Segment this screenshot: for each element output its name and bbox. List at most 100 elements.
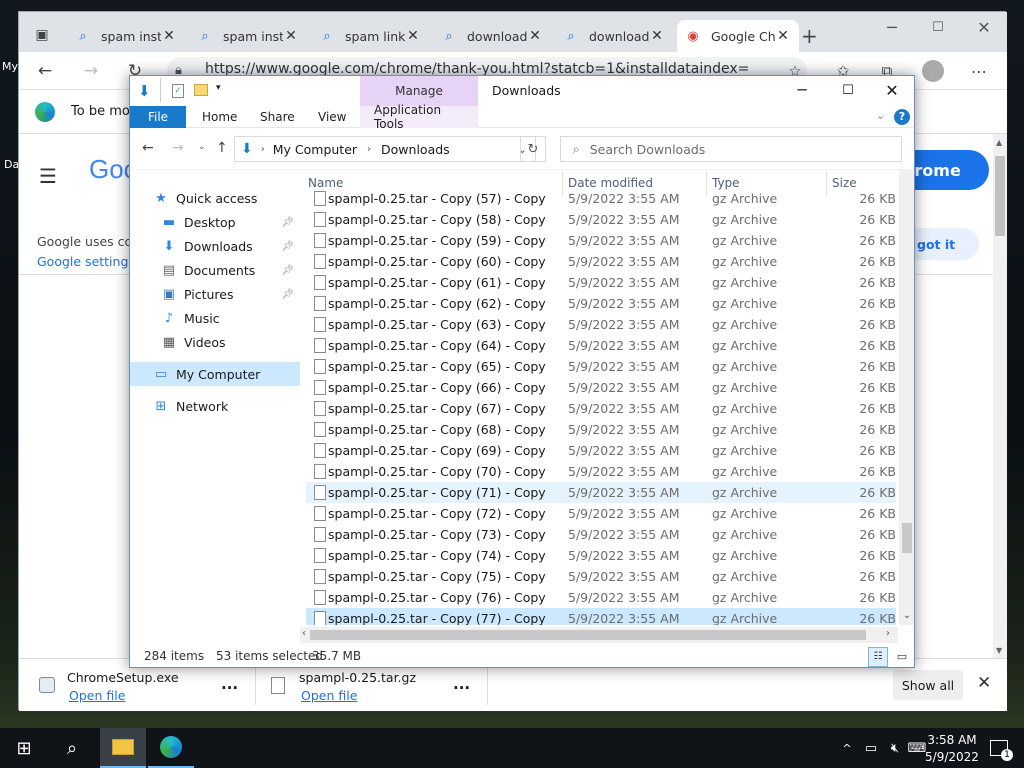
manage-tab[interactable]: Manage xyxy=(360,76,478,106)
close-tab-icon[interactable]: ✕ xyxy=(649,28,665,44)
file-row[interactable]: spampl-0.25.tar - Copy (68) - Copy 5/9/20… xyxy=(306,419,896,440)
file-row[interactable]: spampl-0.25.tar - Copy (72) - Copy 5/9/20… xyxy=(306,503,896,524)
new-folder-icon[interactable] xyxy=(194,84,208,96)
file-explorer-taskbar-button[interactable] xyxy=(100,728,146,768)
up-icon[interactable]: ↑ xyxy=(216,140,228,156)
file-row[interactable]: spampl-0.25.tar - Copy (62) - Copy 5/9/20… xyxy=(306,293,896,314)
nav-item-quick-access[interactable]: ★ Quick access xyxy=(130,186,300,210)
nav-item-music[interactable]: ♪ Music xyxy=(130,306,300,330)
nav-item-videos[interactable]: ▦ Videos xyxy=(130,330,300,354)
back-icon[interactable]: ← xyxy=(142,140,154,156)
scroll-thumb[interactable] xyxy=(995,156,1005,236)
file-row[interactable]: spampl-0.25.tar - Copy (58) - Copy 5/9/20… xyxy=(306,209,896,230)
volume-muted-icon[interactable]: 🔇︎ xyxy=(884,728,906,768)
details-view-icon[interactable]: ☷ xyxy=(868,647,888,667)
file-row[interactable]: spampl-0.25.tar - Copy (60) - Copy 5/9/20… xyxy=(306,251,896,272)
forward-icon[interactable]: → xyxy=(172,140,184,156)
minimize-icon[interactable]: ─ xyxy=(869,12,915,42)
file-row[interactable]: spampl-0.25.tar - Copy (69) - Copy 5/9/20… xyxy=(306,440,896,461)
expand-ribbon-icon[interactable]: ⌄ xyxy=(876,109,885,122)
breadcrumb[interactable]: ⬇ › My Computer › Downloads ⌄ xyxy=(234,136,536,162)
browser-tab[interactable]: ⌕ download ✕ xyxy=(433,20,551,52)
browser-tab[interactable]: ⌕ spam link ✕ xyxy=(311,20,429,52)
close-tab-icon[interactable]: ✕ xyxy=(161,28,177,44)
scroll-thumb[interactable] xyxy=(902,523,912,553)
browser-tab[interactable]: ◉ Google Ch ✕ xyxy=(677,20,799,52)
show-hidden-icons-icon[interactable]: ^ xyxy=(838,728,856,768)
nav-item-downloads[interactable]: ⬇ Downloads 📌︎ xyxy=(130,234,300,258)
download-arrow-icon[interactable]: ⬇ xyxy=(138,82,151,100)
avatar[interactable] xyxy=(922,60,944,82)
menu-more-icon[interactable]: ⋯ xyxy=(965,58,993,84)
browser-tab[interactable]: ⌕ spam insta✕ xyxy=(189,20,307,52)
tab-view[interactable]: View xyxy=(304,106,360,128)
close-icon[interactable]: ✕ xyxy=(961,12,1007,42)
scroll-left-icon[interactable]: ‹ xyxy=(302,628,306,639)
maximize-icon[interactable]: ☐ xyxy=(826,78,870,102)
page-scrollbar[interactable]: ▲ ▼ xyxy=(993,134,1007,658)
file-row[interactable]: spampl-0.25.tar - Copy (66) - Copy 5/9/20… xyxy=(306,377,896,398)
new-tab-button[interactable]: + xyxy=(801,24,818,48)
hamburger-menu-icon[interactable]: ☰ xyxy=(39,164,57,188)
recent-locations-icon[interactable]: ⌄ xyxy=(198,142,206,152)
close-tab-icon[interactable]: ✕ xyxy=(527,28,543,44)
close-icon[interactable]: ✕ xyxy=(870,78,914,102)
clock-time[interactable]: 3:58 AM xyxy=(924,733,980,747)
open-file-link[interactable]: Open file xyxy=(301,688,357,703)
edge-taskbar-button[interactable] xyxy=(148,728,194,768)
file-row[interactable]: spampl-0.25.tar - Copy (67) - Copy 5/9/20… xyxy=(306,398,896,419)
clock-date[interactable]: 5/9/2022 xyxy=(924,750,980,764)
show-all-button[interactable]: Show all xyxy=(893,670,963,700)
horizontal-scrollbar[interactable]: ‹ › xyxy=(300,627,898,643)
scroll-down-icon[interactable]: ▼ xyxy=(996,646,1002,655)
search-icon[interactable]: ⌕ xyxy=(48,728,96,768)
file-row[interactable]: spampl-0.25.tar - Copy (74) - Copy 5/9/20… xyxy=(306,545,896,566)
scroll-right-icon[interactable]: › xyxy=(886,628,890,639)
scroll-up-icon[interactable]: ▲ xyxy=(996,138,1002,147)
file-row[interactable]: spampl-0.25.tar - Copy (73) - Copy 5/9/20… xyxy=(306,524,896,545)
nav-item-network[interactable]: ⊞ Network xyxy=(130,394,300,418)
file-row[interactable]: spampl-0.25.tar - Copy (70) - Copy 5/9/20… xyxy=(306,461,896,482)
tab-application-tools[interactable]: Application Tools xyxy=(360,103,478,131)
breadcrumb-my-computer[interactable]: My Computer xyxy=(273,142,357,157)
close-tab-icon[interactable]: ✕ xyxy=(405,28,421,44)
nav-item-my-computer[interactable]: ▭ My Computer xyxy=(130,362,300,386)
close-tab-icon[interactable]: ✕ xyxy=(775,28,791,44)
download-more-button[interactable]: ... xyxy=(221,675,238,693)
notification-center-icon[interactable]: 1 xyxy=(984,728,1014,768)
tab-share[interactable]: Share xyxy=(246,106,309,128)
browser-tab[interactable]: ⌕ spam insta✕ xyxy=(67,20,185,52)
file-row[interactable]: spampl-0.25.tar - Copy (64) - Copy 5/9/20… xyxy=(306,335,896,356)
nav-item-documents[interactable]: ▤ Documents 📌︎ xyxy=(130,258,300,282)
file-row[interactable]: spampl-0.25.tar - Copy (63) - Copy 5/9/20… xyxy=(306,314,896,335)
scroll-thumb[interactable] xyxy=(310,630,866,640)
file-row[interactable]: spampl-0.25.tar - Copy (76) - Copy 5/9/20… xyxy=(306,587,896,608)
start-windows-icon[interactable]: ⊞ xyxy=(0,728,48,768)
file-row[interactable]: spampl-0.25.tar - Copy (61) - Copy 5/9/20… xyxy=(306,272,896,293)
minimize-icon[interactable]: ─ xyxy=(780,78,824,102)
tab-home[interactable]: Home xyxy=(188,106,251,128)
search-input[interactable]: ⌕ Search Downloads xyxy=(560,136,902,162)
file-row[interactable]: spampl-0.25.tar - Copy (65) - Copy 5/9/20… xyxy=(306,356,896,377)
browser-tab[interactable]: ⌕ download ✕ xyxy=(555,20,673,52)
quick-access-dropdown-icon[interactable]: ▾ xyxy=(216,83,221,93)
file-row[interactable]: spampl-0.25.tar - Copy (77) - Copy 5/9/20… xyxy=(306,608,896,625)
network-status-icon[interactable]: ▭ xyxy=(860,728,882,768)
large-icons-view-icon[interactable]: ▭ xyxy=(892,647,912,667)
refresh-icon[interactable]: ↻ xyxy=(520,136,546,162)
help-icon[interactable]: ? xyxy=(894,109,910,125)
tab-actions-icon[interactable]: ▣ xyxy=(29,22,55,48)
file-row[interactable]: spampl-0.25.tar - Copy (71) - Copy 5/9/20… xyxy=(306,482,896,503)
nav-item-desktop[interactable]: ▬ Desktop 📌︎ xyxy=(130,210,300,234)
file-row[interactable]: spampl-0.25.tar - Copy (59) - Copy 5/9/20… xyxy=(306,230,896,251)
download-more-button[interactable]: ... xyxy=(453,675,470,693)
properties-icon[interactable]: ✓ xyxy=(172,84,184,98)
file-row[interactable]: spampl-0.25.tar - Copy (75) - Copy 5/9/20… xyxy=(306,566,896,587)
open-file-link[interactable]: Open file xyxy=(69,688,125,703)
tab-file[interactable]: File xyxy=(130,106,186,128)
forward-icon[interactable]: → xyxy=(77,58,105,84)
scroll-down-icon[interactable]: ⌄ xyxy=(901,610,913,621)
nav-item-pictures[interactable]: ▣ Pictures 📌︎ xyxy=(130,282,300,306)
file-row[interactable]: spampl-0.25.tar - Copy (57) - Copy 5/9/20… xyxy=(306,188,896,209)
close-download-bar-icon[interactable]: ✕ xyxy=(977,673,991,693)
